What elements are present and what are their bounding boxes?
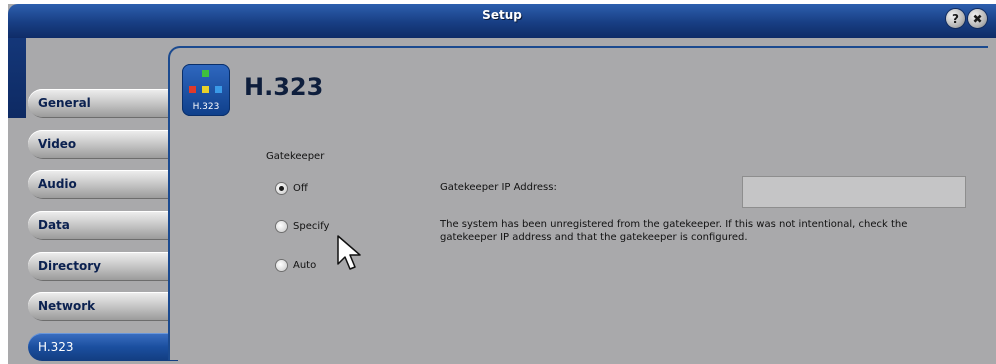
tab-network[interactable]: Network <box>28 292 178 320</box>
title-bar: Setup ? ✖ <box>8 4 996 38</box>
radio-auto-label: Auto <box>293 260 317 271</box>
help-button[interactable]: ? <box>946 9 965 28</box>
radio-specify[interactable]: Specify <box>276 221 329 232</box>
radio-specify-button[interactable] <box>276 221 287 232</box>
radio-off[interactable]: Off <box>276 183 308 194</box>
section-icon-label: H.323 <box>192 102 220 112</box>
gatekeeper-ip-label: Gatekeeper IP Address: <box>440 182 557 193</box>
tab-directory[interactable]: Directory <box>28 252 178 280</box>
network-diagram-icon: H.323 <box>182 64 230 116</box>
gatekeeper-label: Gatekeeper <box>266 151 325 162</box>
radio-specify-label: Specify <box>293 221 330 232</box>
tab-h323[interactable]: H.323 <box>28 333 178 361</box>
tab-general[interactable]: General <box>28 89 178 117</box>
frame-accent <box>8 38 26 118</box>
radio-off-button[interactable] <box>276 183 287 194</box>
tab-data[interactable]: Data <box>28 211 178 239</box>
gatekeeper-ip-input[interactable] <box>742 176 966 208</box>
radio-auto[interactable]: Auto <box>276 260 316 271</box>
mouse-pointer-icon <box>337 235 361 270</box>
tab-video[interactable]: Video <box>28 130 178 158</box>
status-message: The system has been unregistered from th… <box>440 219 908 243</box>
radio-off-label: Off <box>293 183 308 194</box>
page-title: H.323 <box>244 73 324 101</box>
window-title: Setup <box>482 8 522 22</box>
close-button[interactable]: ✖ <box>968 9 987 28</box>
radio-auto-button[interactable] <box>276 260 287 271</box>
tab-audio[interactable]: Audio <box>28 170 178 198</box>
